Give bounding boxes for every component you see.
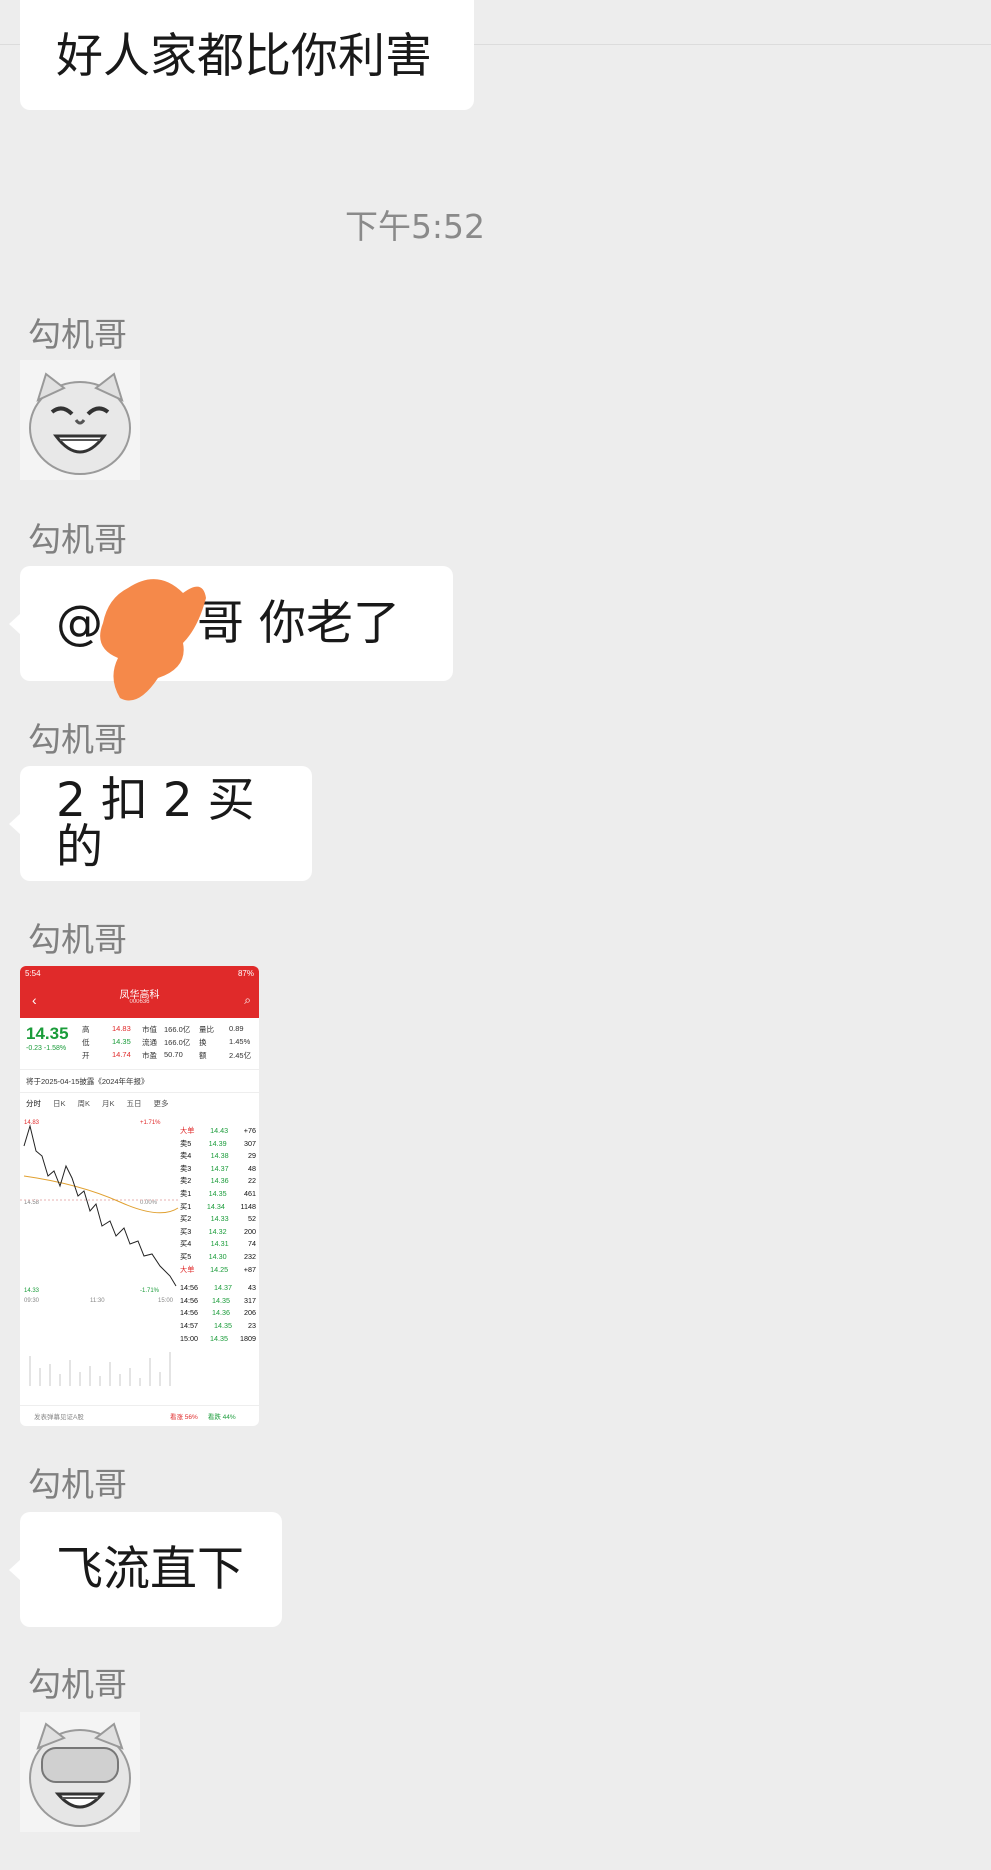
battery-level: 87% xyxy=(237,969,254,978)
svg-text:-1.71%: -1.71% xyxy=(140,1288,160,1294)
facepalm-pig-sticker[interactable] xyxy=(20,1712,140,1832)
svg-text:14.58: 14.58 xyxy=(24,1200,40,1206)
svg-text:14.33: 14.33 xyxy=(24,1288,40,1294)
sender-name: 勾机哥 xyxy=(28,1465,127,1504)
order-book: 大单 14.43 +76 卖5 14.39 307 卖4 14.38 29 卖3 14.37 4… xyxy=(180,1126,256,1343)
sender-name: 勾机哥 xyxy=(28,720,127,759)
announcement-bar: 将于2025-04-15披露《2024年年报》 xyxy=(20,1069,259,1093)
intraday-chart: 14.83 14.58 14.33 +1.71% 0.00% -1.71% 09… xyxy=(20,1120,180,1386)
sender-name: 勾机哥 xyxy=(28,920,127,959)
message-bubble[interactable]: 飞流直下 xyxy=(9,1512,282,1627)
message-text: 飞流直下 xyxy=(56,1542,244,1597)
message-bubble-partial[interactable]: 好人家都比你利害 xyxy=(20,0,474,110)
app-header: 5:54 87% ‹ 凤华高科 000636 ⌕ xyxy=(20,966,259,1018)
message-text: 好人家都比你利害 xyxy=(56,29,432,84)
sender-name: 勾机哥 xyxy=(28,1665,127,1704)
chart-tabs: 分时 日K 周K 月K 五日 更多 xyxy=(26,1098,169,1108)
stock-price: 14.35 xyxy=(26,1024,69,1043)
message-bubble[interactable]: @ 哥 你老了 xyxy=(9,566,453,681)
svg-text:09:30: 09:30 xyxy=(24,1298,40,1304)
svg-text:0.00%: 0.00% xyxy=(140,1200,158,1206)
timestamp: 下午5:52 xyxy=(344,207,486,246)
sender-name: 勾机哥 xyxy=(28,520,127,559)
svg-text:+1.71%: +1.71% xyxy=(140,1120,161,1126)
message-text: 2 扣 2 买的 xyxy=(56,772,255,875)
stock-change: -0.23 -1.58% xyxy=(26,1045,67,1052)
message-bubble[interactable]: 2 扣 2 买的 xyxy=(9,766,312,881)
search-icon: ⌕ xyxy=(244,993,251,1007)
stock-chart-screenshot[interactable]: 5:54 87% ‹ 凤华高科 000636 ⌕ 14.35 -0.23 -1.5… xyxy=(20,966,259,1426)
svg-text:14.83: 14.83 xyxy=(24,1120,40,1126)
stock-code: 000636 xyxy=(129,999,150,1005)
redaction-scribble xyxy=(100,579,206,701)
svg-text:15:00: 15:00 xyxy=(158,1298,174,1304)
status-time: 5:54 xyxy=(25,969,41,978)
sender-name: 勾机哥 xyxy=(28,315,127,354)
screenshot-bottom-bar: 发表弹幕见证A股 看涨 56% 看跌 44% xyxy=(20,1405,259,1426)
laughing-pig-sticker[interactable] xyxy=(20,360,140,480)
quote-table: 高 14.83 市值 166.0亿 量比 0.89 低 14.35 流通 166.0亿换 1.45… xyxy=(82,1024,252,1060)
svg-text:11:30: 11:30 xyxy=(90,1298,105,1304)
